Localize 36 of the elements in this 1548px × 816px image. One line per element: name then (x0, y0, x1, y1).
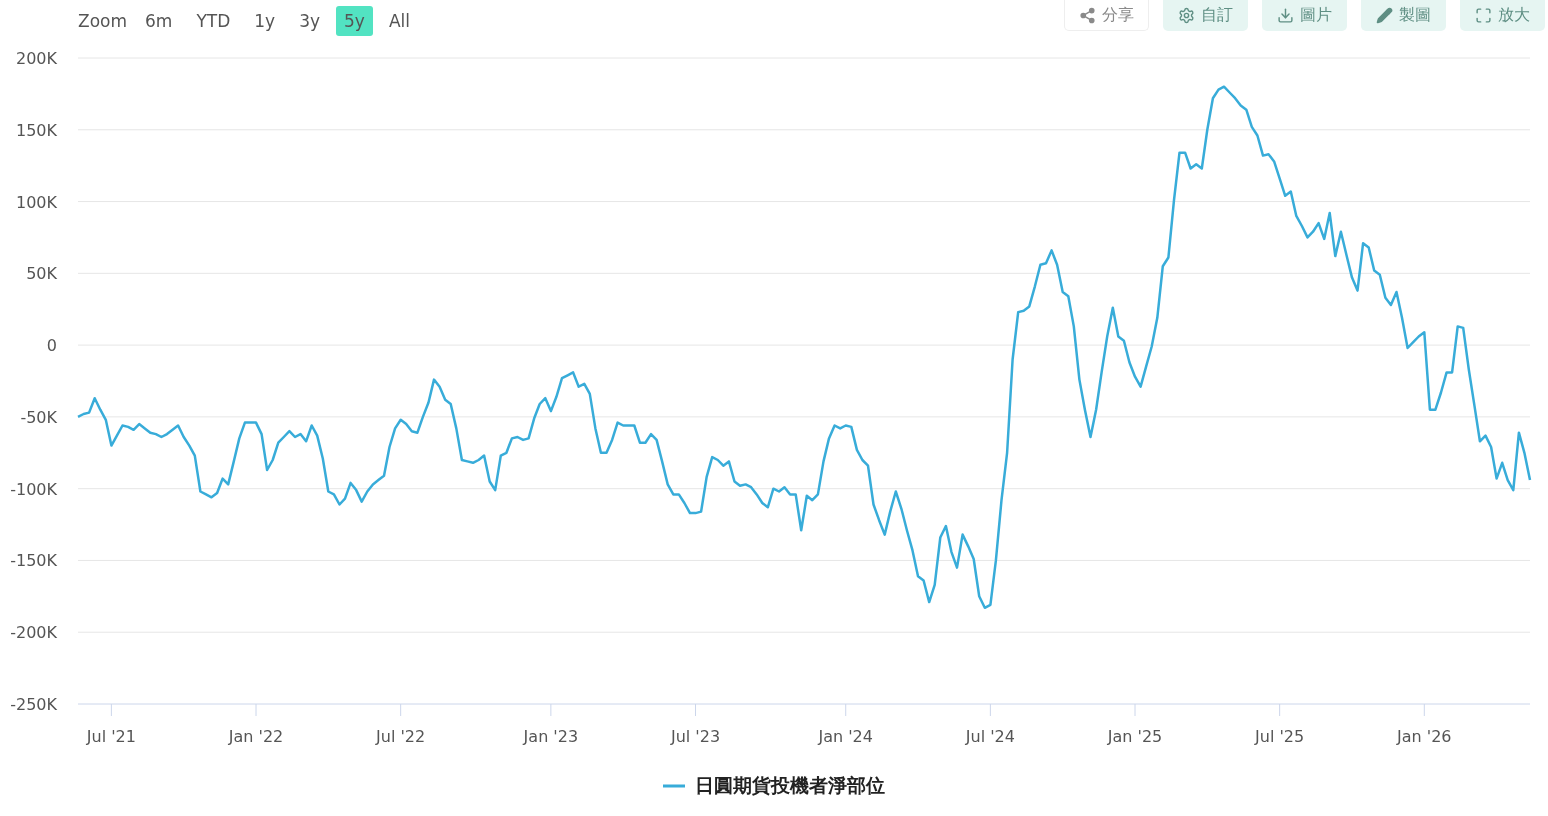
axis-label: 150K (15, 120, 57, 140)
share-icon (1079, 6, 1096, 24)
range-button[interactable]: 5y (336, 6, 373, 36)
range-button[interactable]: YTD (188, 6, 239, 36)
axis-label: Jul '22 (376, 727, 426, 746)
axis-label: -200K (10, 623, 57, 643)
axis-label: 50K (26, 264, 57, 284)
range-button[interactable]: All (380, 6, 418, 36)
axis-label: 200K (15, 49, 57, 68)
axis-label: 0 (46, 336, 57, 356)
axis-label: -50K (20, 407, 57, 427)
range-button[interactable]: 1y (246, 6, 284, 36)
pencil-icon (1376, 6, 1393, 24)
download-icon (1277, 6, 1294, 24)
axis-label: Jan '25 (1107, 727, 1163, 746)
axis-label: Jul '21 (86, 727, 136, 746)
toolbar-button[interactable]: 分享 (1064, 0, 1149, 31)
axis-label: Jan '23 (523, 727, 579, 746)
axis-label: -150K (10, 551, 57, 571)
settings-icon (1178, 6, 1195, 24)
axis-label: Jan '22 (228, 727, 284, 746)
axis-label: Jul '25 (1255, 727, 1305, 746)
axis-label: Jan '26 (1397, 727, 1452, 746)
axis-label: Jul '23 (670, 727, 721, 746)
toolbar-button[interactable]: 自訂 (1163, 0, 1248, 31)
axis-label: Jul '24 (965, 727, 1015, 746)
axis-label: -100K (10, 479, 57, 499)
axis-label: -250K (10, 695, 57, 714)
range-button[interactable]: 3y (291, 6, 329, 36)
expand-icon (1475, 6, 1492, 24)
axis-label: 100K (15, 192, 57, 212)
range-button[interactable]: 6m (137, 6, 181, 36)
axis-label: Jan '24 (818, 727, 873, 746)
legend-line-icon (663, 784, 685, 788)
zoom-label: Zoom (78, 11, 127, 31)
legend-label[interactable]: 日圓期貨投機者淨部位 (695, 773, 885, 799)
